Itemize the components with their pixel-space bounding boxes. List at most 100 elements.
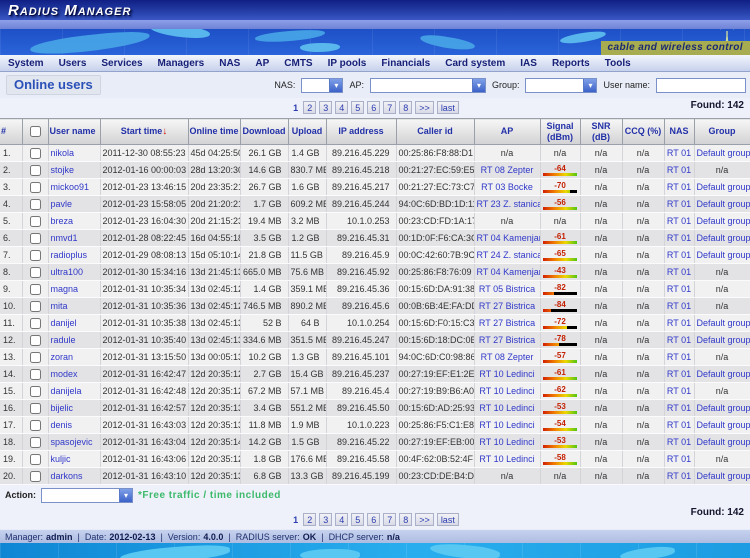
page-button-8[interactable]: 8: [399, 101, 413, 114]
nas-link[interactable]: RT 01: [667, 318, 691, 328]
row-checkbox[interactable]: [29, 368, 41, 380]
row-checkbox[interactable]: [29, 317, 41, 329]
row-checkbox[interactable]: [29, 419, 41, 431]
group-link[interactable]: Default group: [697, 233, 750, 243]
group-link[interactable]: Default group: [697, 369, 750, 379]
ap-link[interactable]: RT 10 Ledinci: [479, 369, 534, 379]
nas-link[interactable]: RT 01: [667, 301, 691, 311]
row-checkbox[interactable]: [29, 453, 41, 465]
page-button-3[interactable]: 3: [319, 101, 333, 114]
page-button-2[interactable]: 2: [303, 513, 317, 526]
username-link[interactable]: mita: [51, 301, 68, 311]
page-button-4[interactable]: 4: [335, 513, 349, 526]
nas-link[interactable]: RT 01: [667, 148, 691, 158]
page-button-4[interactable]: 4: [335, 101, 349, 114]
ap-link[interactable]: RT 10 Ledinci: [479, 403, 534, 413]
menu-item-nas[interactable]: NAS: [219, 58, 240, 69]
username-link[interactable]: zoran: [51, 352, 74, 362]
username-link[interactable]: bijelic: [51, 403, 74, 413]
username-link[interactable]: breza: [51, 216, 74, 226]
ap-link[interactable]: RT 08 Zepter: [481, 165, 534, 175]
page-next-button[interactable]: >>: [415, 513, 434, 526]
page-button-7[interactable]: 7: [383, 513, 397, 526]
menu-item-ias[interactable]: IAS: [520, 58, 537, 69]
row-checkbox[interactable]: [29, 147, 41, 159]
group-select[interactable]: ▾: [525, 77, 598, 93]
group-link[interactable]: Default group: [697, 318, 750, 328]
username-input[interactable]: [656, 77, 746, 93]
menu-item-ip-pools[interactable]: IP pools: [328, 58, 367, 69]
nas-link[interactable]: RT 01: [667, 471, 691, 481]
nas-link[interactable]: RT 01: [667, 369, 691, 379]
nas-link[interactable]: RT 01: [667, 386, 691, 396]
nas-link[interactable]: RT 01: [667, 233, 691, 243]
username-link[interactable]: nikola: [51, 148, 75, 158]
page-button-8[interactable]: 8: [399, 513, 413, 526]
ap-link[interactable]: RT 03 Bocke: [481, 182, 533, 192]
username-link[interactable]: darkons: [51, 471, 83, 481]
row-checkbox[interactable]: [29, 436, 41, 448]
nas-link[interactable]: RT 01: [667, 267, 691, 277]
menu-item-cmts[interactable]: CMTS: [284, 58, 312, 69]
group-link[interactable]: Default group: [697, 437, 750, 447]
page-button-2[interactable]: 2: [303, 101, 317, 114]
group-link[interactable]: Default group: [697, 148, 750, 158]
username-link[interactable]: kuljic: [51, 454, 71, 464]
username-link[interactable]: ultra100: [51, 267, 84, 277]
ap-link[interactable]: RT 10 Ledinci: [479, 420, 534, 430]
ap-select[interactable]: ▾: [369, 77, 486, 93]
nas-link[interactable]: RT 01: [667, 420, 691, 430]
ap-link[interactable]: RT 10 Ledinci: [479, 386, 534, 396]
row-checkbox[interactable]: [29, 402, 41, 414]
username-link[interactable]: stojke: [51, 165, 75, 175]
menu-item-services[interactable]: Services: [101, 58, 142, 69]
menu-item-reports[interactable]: Reports: [552, 58, 590, 69]
username-link[interactable]: mickoo91: [51, 182, 90, 192]
group-link[interactable]: Default group: [697, 420, 750, 430]
page-button-5[interactable]: 5: [351, 101, 365, 114]
nas-link[interactable]: RT 01: [667, 403, 691, 413]
group-link[interactable]: Default group: [697, 250, 750, 260]
nas-link[interactable]: RT 01: [667, 335, 691, 345]
ap-link[interactable]: RT 04 Kamenjar: [477, 233, 540, 243]
action-select[interactable]: ▾: [41, 487, 133, 503]
group-link[interactable]: Default group: [697, 216, 750, 226]
ap-link[interactable]: RT 27 Bistrica: [479, 301, 535, 311]
ap-link[interactable]: RT 23 Z. stanica: [477, 199, 540, 209]
row-checkbox[interactable]: [29, 164, 41, 176]
nas-link[interactable]: RT 01: [667, 250, 691, 260]
nas-link[interactable]: RT 01: [667, 199, 691, 209]
row-checkbox[interactable]: [29, 283, 41, 295]
username-link[interactable]: magna: [51, 284, 79, 294]
ap-link[interactable]: RT 27 Bistrica: [479, 318, 535, 328]
row-checkbox[interactable]: [29, 385, 41, 397]
menu-item-financials[interactable]: Financials: [381, 58, 430, 69]
username-link[interactable]: modex: [51, 369, 78, 379]
nas-link[interactable]: RT 01: [667, 454, 691, 464]
page-button-6[interactable]: 6: [367, 101, 381, 114]
group-link[interactable]: Default group: [697, 403, 750, 413]
row-checkbox[interactable]: [29, 300, 41, 312]
page-last-button[interactable]: last: [436, 513, 459, 526]
username-link[interactable]: nmvd1: [51, 233, 78, 243]
page-button-6[interactable]: 6: [367, 513, 381, 526]
username-link[interactable]: denis: [51, 420, 73, 430]
ap-link[interactable]: RT 05 Bistrica: [479, 284, 535, 294]
row-checkbox[interactable]: [29, 351, 41, 363]
group-link[interactable]: Default group: [697, 182, 750, 192]
menu-item-managers[interactable]: Managers: [158, 58, 205, 69]
row-checkbox[interactable]: [29, 266, 41, 278]
menu-item-tools[interactable]: Tools: [605, 58, 631, 69]
row-checkbox[interactable]: [29, 249, 41, 261]
menu-item-card-system[interactable]: Card system: [445, 58, 505, 69]
menu-item-ap[interactable]: AP: [255, 58, 269, 69]
group-link[interactable]: Default group: [697, 335, 750, 345]
row-checkbox[interactable]: [29, 181, 41, 193]
username-link[interactable]: pavle: [51, 199, 73, 209]
row-checkbox[interactable]: [29, 232, 41, 244]
nas-link[interactable]: RT 01: [667, 182, 691, 192]
nas-link[interactable]: RT 01: [667, 352, 691, 362]
page-button-5[interactable]: 5: [351, 513, 365, 526]
ap-link[interactable]: RT 27 Bistrica: [479, 335, 535, 345]
select-all-checkbox[interactable]: [29, 126, 41, 138]
